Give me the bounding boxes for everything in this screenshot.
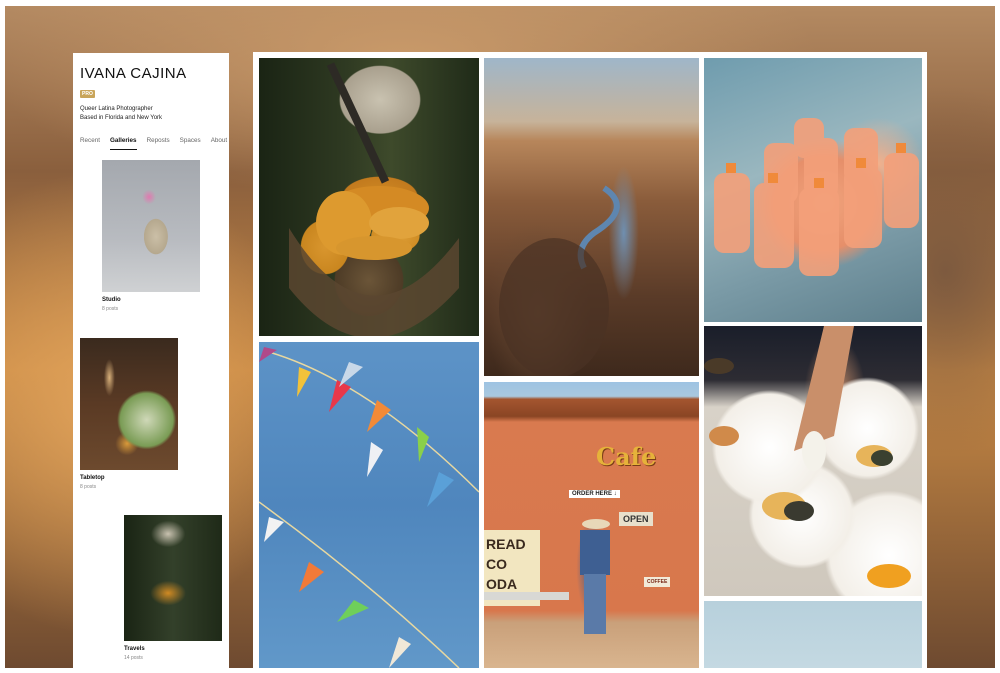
gallery-thumbnail[interactable] bbox=[124, 515, 222, 641]
gallery-thumbnail[interactable] bbox=[102, 160, 200, 292]
food-illustration bbox=[704, 326, 911, 588]
profile-tabs: Recent Galleries Reposts Spaces About bbox=[80, 137, 227, 150]
cacao-illustration bbox=[289, 62, 459, 336]
gallery-travels[interactable]: Travels 14 posts bbox=[124, 515, 222, 661]
bio-line-1: Queer Latina Photographer bbox=[80, 106, 153, 112]
photo-sky[interactable] bbox=[704, 601, 922, 668]
photo-plated-food[interactable] bbox=[704, 326, 922, 596]
tab-about[interactable]: About bbox=[211, 137, 227, 150]
photo-cacao-basket[interactable] bbox=[259, 58, 479, 336]
canyon-illustration bbox=[499, 185, 620, 376]
tab-recent[interactable]: Recent bbox=[80, 137, 100, 150]
gallery-tabletop[interactable]: Tabletop 8 posts bbox=[80, 338, 178, 490]
pro-badge: PRO bbox=[80, 90, 95, 98]
tab-galleries[interactable]: Galleries bbox=[109, 137, 137, 150]
profile-sidebar: IVANA CAJINA PRO Queer Latina Photograph… bbox=[73, 53, 229, 668]
bio-line-2: Based in Florida and New York bbox=[80, 115, 163, 121]
photo-bunting-flags[interactable] bbox=[259, 342, 479, 668]
gallery-title: Studio bbox=[102, 297, 121, 303]
tab-spaces[interactable]: Spaces bbox=[180, 137, 201, 150]
tab-reposts[interactable]: Reposts bbox=[147, 137, 170, 150]
cafe-figure-illustration bbox=[484, 519, 610, 634]
photo-grid: Cafe ORDER HERE ↓ OPEN COFFEE READ CO OD… bbox=[253, 52, 927, 668]
gallery-count: 8 posts bbox=[102, 306, 119, 312]
flags-illustration bbox=[259, 347, 479, 668]
photo-cafe-storefront[interactable]: Cafe ORDER HERE ↓ OPEN COFFEE READ CO OD… bbox=[484, 382, 699, 668]
bottles-illustration bbox=[714, 118, 919, 276]
photo-water-bottles[interactable] bbox=[704, 58, 922, 322]
profile-bio: Queer Latina Photographer Based in Flori… bbox=[80, 105, 222, 123]
gallery-thumbnail[interactable] bbox=[80, 338, 178, 470]
gallery-studio[interactable]: Studio 8 posts bbox=[102, 160, 200, 312]
gallery-title: Tabletop bbox=[80, 475, 105, 481]
gallery-count: 14 posts bbox=[124, 655, 143, 661]
gallery-title: Travels bbox=[124, 646, 145, 652]
profile-name: IVANA CAJINA bbox=[80, 65, 187, 82]
photo-horseshoe-canyon[interactable] bbox=[484, 58, 699, 376]
gallery-count: 8 posts bbox=[80, 484, 97, 490]
